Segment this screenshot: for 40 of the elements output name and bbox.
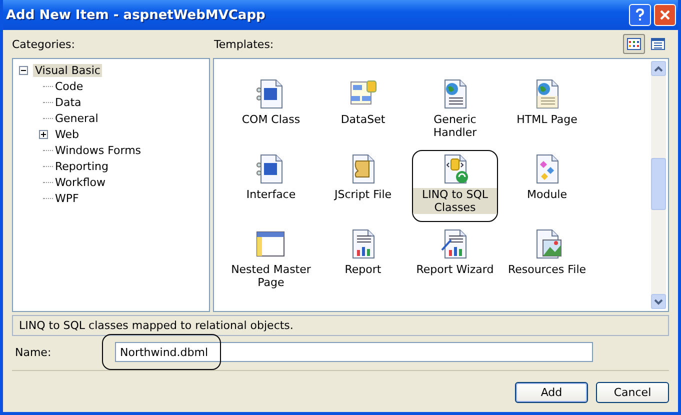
- icon-grid-icon: [627, 38, 641, 50]
- description-text: LINQ to SQL classes mapped to relational objects.: [19, 319, 294, 332]
- template-item[interactable]: LINQ to SQL Classes: [412, 150, 498, 222]
- scrollbar[interactable]: [651, 61, 666, 309]
- template-item[interactable]: JScript File: [320, 150, 406, 222]
- tree-item[interactable]: Reporting: [53, 160, 110, 172]
- template-item[interactable]: Module: [504, 150, 590, 222]
- template-item[interactable]: Report: [320, 225, 406, 297]
- template-item[interactable]: Resources File: [504, 225, 590, 297]
- categories-label: Categories:: [12, 38, 76, 50]
- templates-label: Templates:: [214, 38, 275, 50]
- scroll-thumb[interactable]: [651, 158, 666, 210]
- details-list-icon: [651, 38, 665, 50]
- large-icons-view-button[interactable]: [623, 34, 645, 54]
- name-label: Name:: [14, 346, 52, 358]
- tree-item[interactable]: Web: [53, 128, 81, 140]
- template-item[interactable]: Generic Handler: [412, 75, 498, 147]
- template-item[interactable]: COM Class: [228, 75, 314, 147]
- template-item[interactable]: Nested Master Page: [228, 225, 314, 297]
- collapse-toggle-icon[interactable]: [19, 66, 28, 74]
- template-item[interactable]: DataSet: [320, 75, 406, 147]
- close-icon: [659, 9, 671, 21]
- add-button[interactable]: Add: [515, 382, 588, 403]
- tree-item[interactable]: Code: [53, 80, 86, 92]
- tree-item[interactable]: Workflow: [53, 176, 108, 188]
- tree-item[interactable]: WPF: [53, 192, 81, 204]
- tree-item[interactable]: Data: [53, 96, 84, 108]
- window-title: Add New Item - aspnetWebMVCapp: [6, 8, 266, 22]
- name-field[interactable]: Northwind.dbml: [115, 342, 593, 362]
- close-button[interactable]: [654, 4, 676, 26]
- cancel-button[interactable]: Cancel: [596, 382, 669, 403]
- tree-item[interactable]: Visual Basic: [33, 64, 102, 76]
- template-item[interactable]: HTML Page: [504, 75, 590, 147]
- help-icon: [633, 8, 647, 22]
- expand-toggle-icon[interactable]: [39, 130, 48, 138]
- help-button[interactable]: [629, 4, 651, 26]
- template-item[interactable]: Report Wizard: [412, 225, 498, 297]
- template-item[interactable]: Interface: [228, 150, 314, 222]
- tree-item[interactable]: Windows Forms: [53, 144, 144, 156]
- tree-item[interactable]: General: [53, 112, 100, 124]
